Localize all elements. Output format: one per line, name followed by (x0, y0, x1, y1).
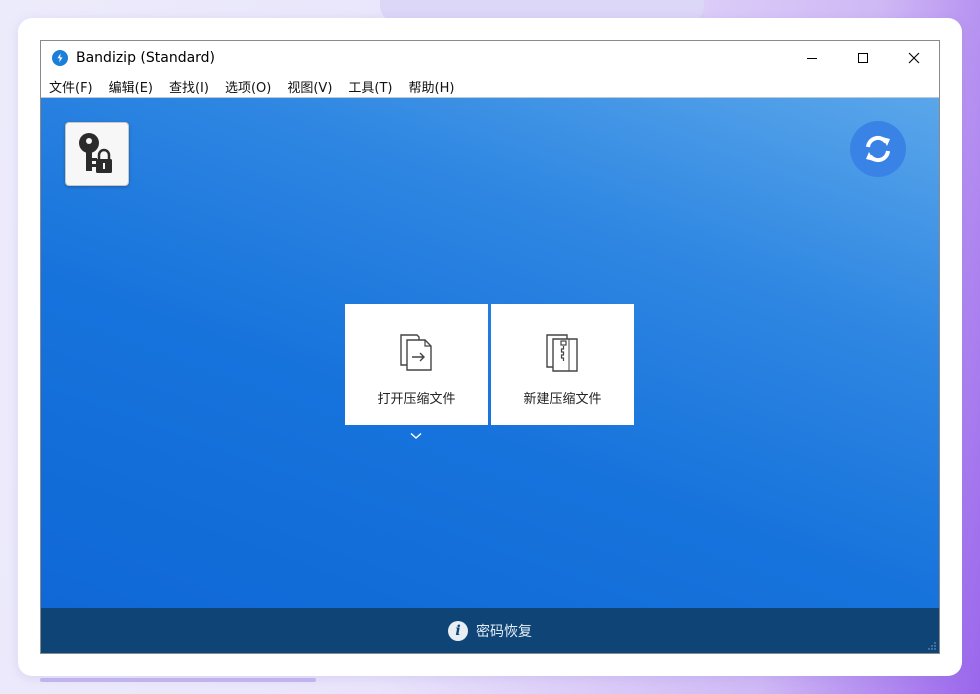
minimize-button[interactable] (786, 41, 837, 75)
new-archive-button[interactable]: 新建压缩文件 (491, 304, 634, 425)
app-window: Bandizip (Standard) 文件(F) 编辑(E) 查找(I) 选项… (40, 40, 940, 654)
title-bar[interactable]: Bandizip (Standard) (41, 41, 939, 75)
main-area: 打开压缩文件 新建压缩文件 (41, 97, 939, 609)
menu-find[interactable]: 查找(I) (169, 77, 209, 96)
password-manager-button[interactable] (65, 122, 129, 186)
minimize-icon (806, 58, 817, 59)
info-icon: i (448, 620, 468, 641)
chevron-down-icon (410, 432, 422, 440)
close-icon (908, 52, 919, 64)
open-archive-dropdown[interactable] (408, 431, 424, 441)
menu-bar: 文件(F) 编辑(E) 查找(I) 选项(O) 视图(V) 工具(T) 帮助(H… (41, 75, 939, 97)
new-archive-icon (545, 334, 578, 372)
window-title: Bandizip (Standard) (76, 50, 216, 66)
close-button[interactable] (888, 41, 939, 75)
open-archive-button[interactable]: 打开压缩文件 (345, 304, 488, 425)
new-archive-label: 新建压缩文件 (523, 392, 602, 407)
open-archive-label: 打开压缩文件 (377, 392, 456, 407)
menu-edit[interactable]: 编辑(E) (109, 77, 153, 96)
maximize-button[interactable] (837, 41, 888, 75)
maximize-icon (857, 53, 868, 63)
window-controls (786, 41, 939, 75)
password-recovery-label: 密码恢复 (476, 623, 532, 640)
refresh-button[interactable] (850, 121, 906, 177)
menu-tools[interactable]: 工具(T) (348, 77, 392, 96)
bandizip-icon (52, 50, 68, 66)
password-recovery-bar[interactable]: i 密码恢复 (41, 608, 939, 653)
menu-file[interactable]: 文件(F) (49, 77, 93, 96)
menu-help[interactable]: 帮助(H) (409, 77, 455, 96)
menu-options[interactable]: 选项(O) (225, 77, 271, 96)
key-lock-icon (79, 133, 112, 173)
refresh-icon (866, 135, 890, 163)
resize-grip-icon[interactable] (928, 642, 936, 650)
background-bar (40, 678, 316, 682)
menu-view[interactable]: 视图(V) (287, 77, 332, 96)
open-archive-icon (399, 334, 432, 371)
